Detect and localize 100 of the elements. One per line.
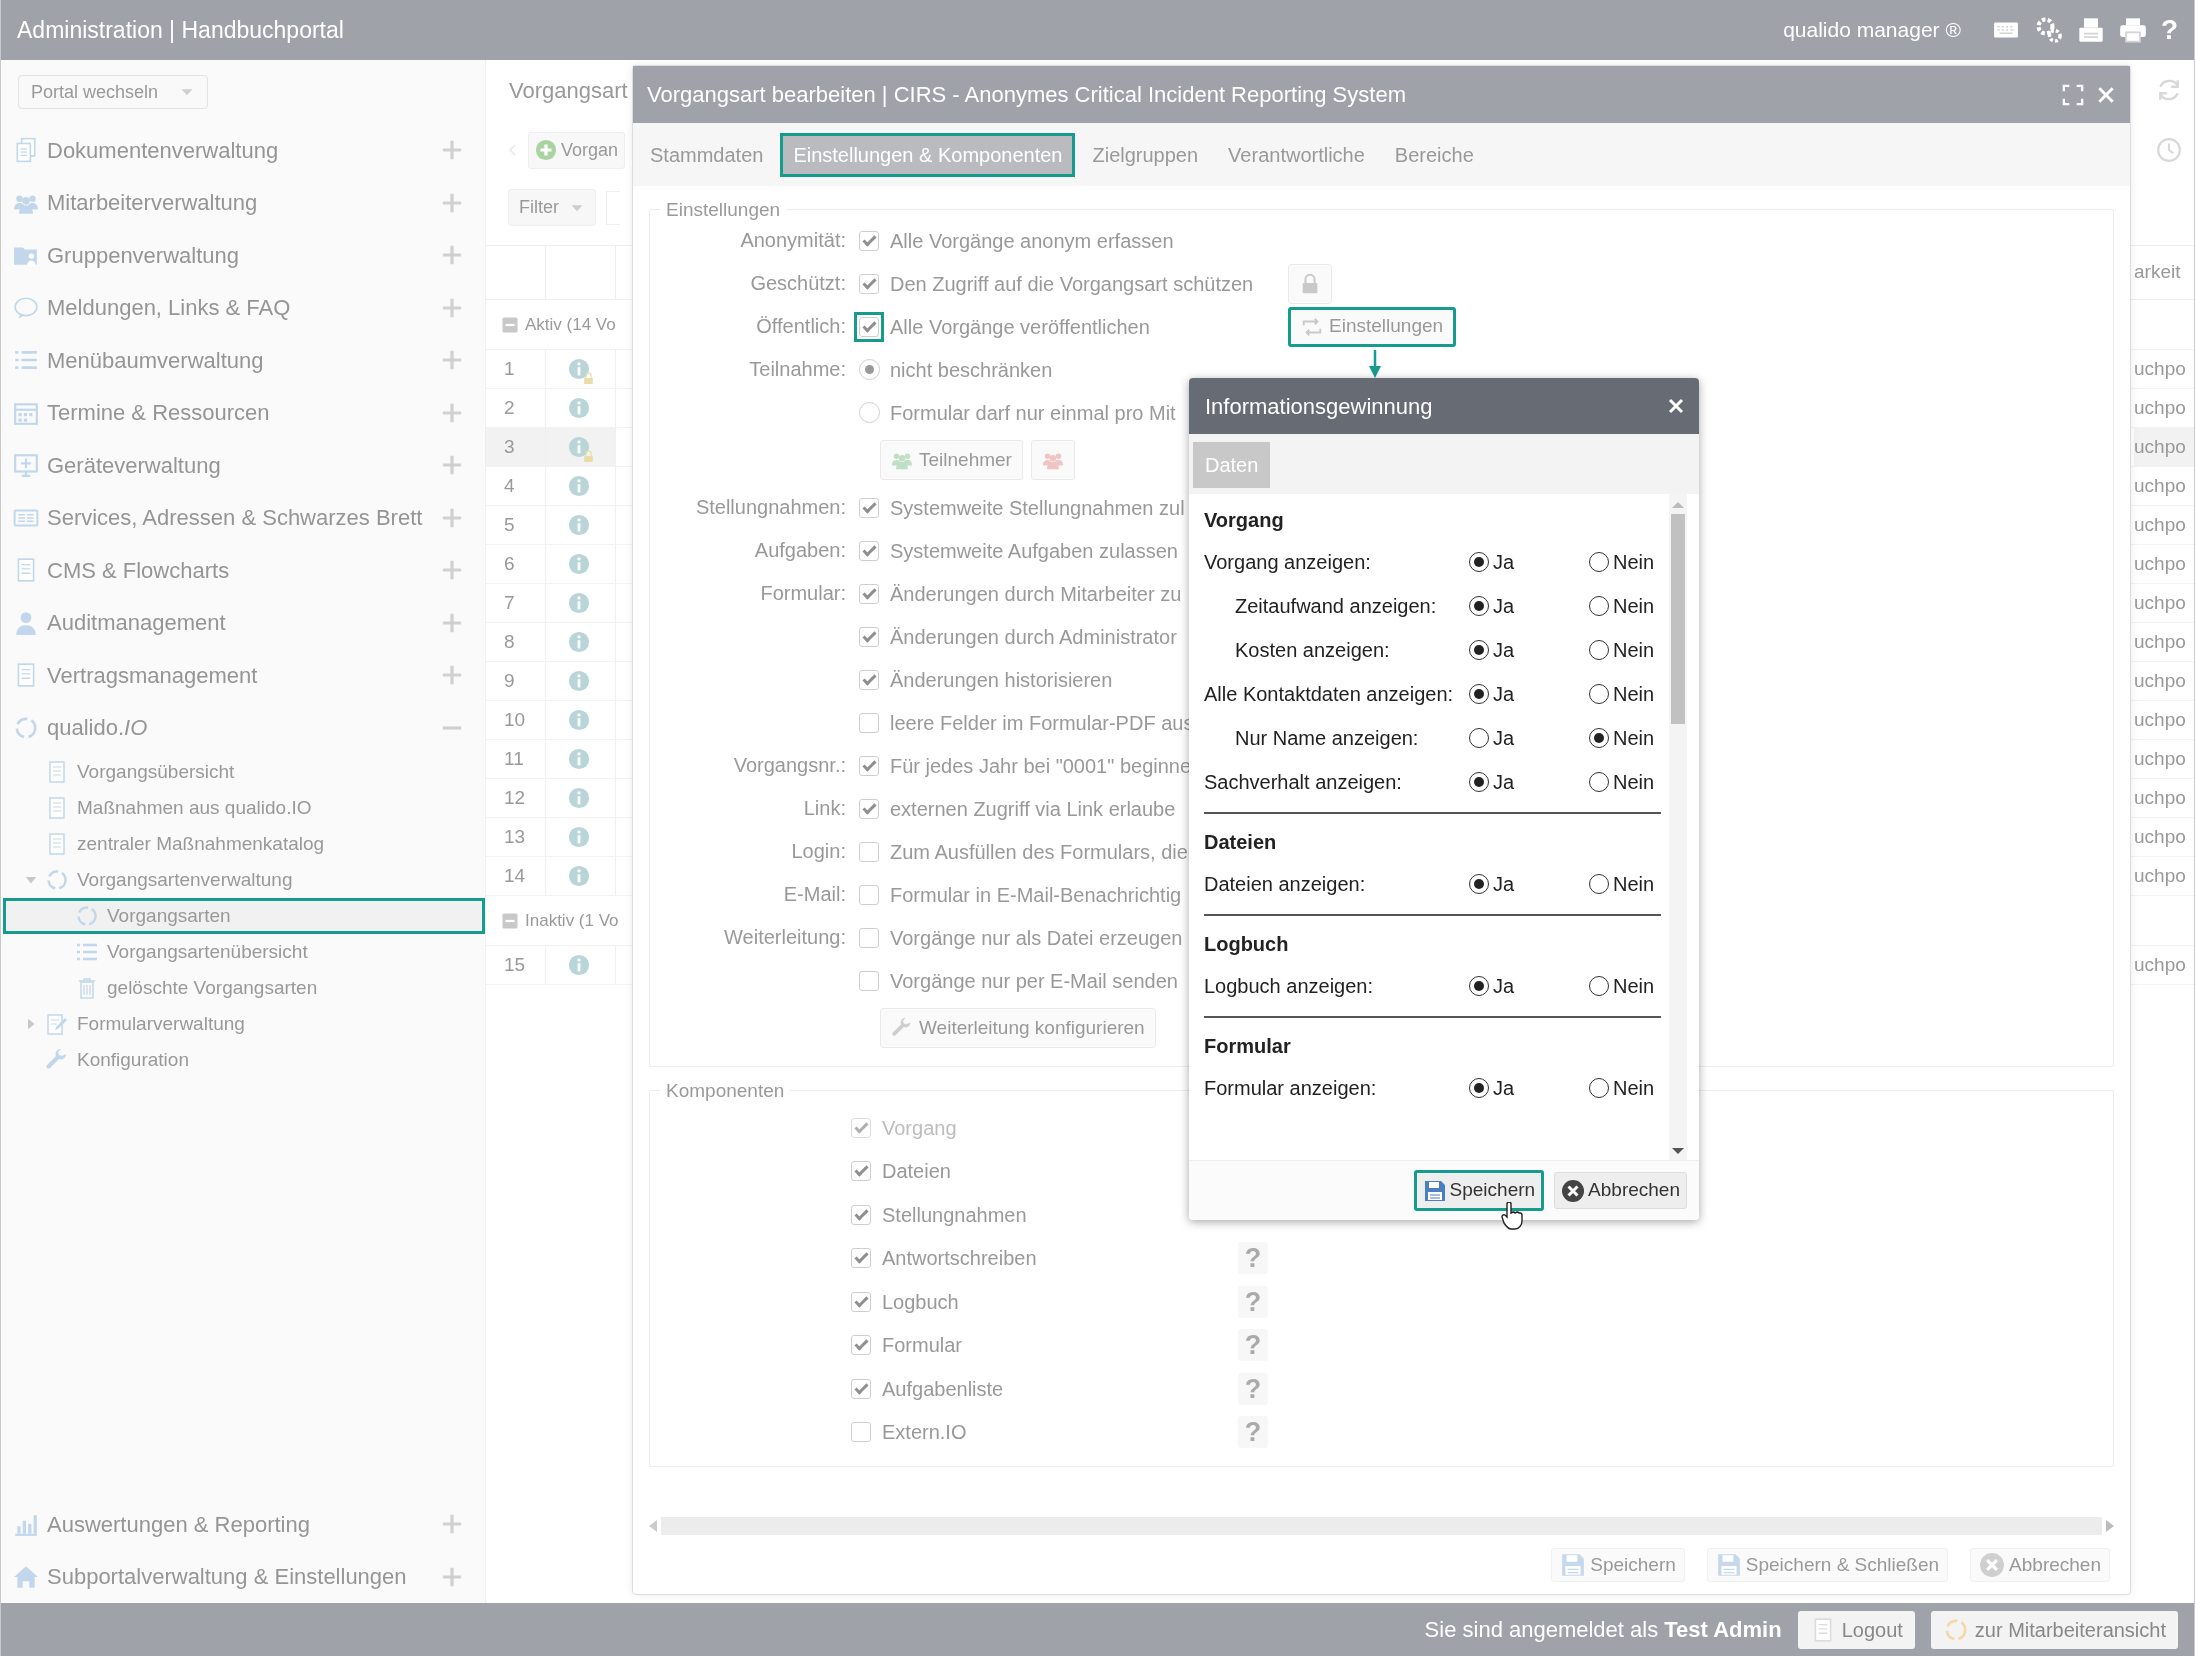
button[interactable]: Speichern [1551,1547,1685,1582]
info-icon[interactable] [568,514,590,536]
tree-item[interactable]: Vorgangsartenübersicht [3,934,485,970]
row-number[interactable]: 13 [486,818,546,856]
sidebar-item[interactable]: Menübaumverwaltung [1,334,485,387]
button[interactable]: Weiterleitung konfigurieren [880,1008,1156,1048]
tab[interactable]: Bereiche [1381,132,1487,177]
row-number[interactable]: 6 [486,545,546,583]
tree-item[interactable]: Vorgangsarten [3,898,485,934]
plus-icon[interactable] [441,349,463,372]
tree-item[interactable]: zentraler Maßnahmenkatalog [3,826,485,862]
info-icon[interactable] [568,631,590,653]
info-icon[interactable] [568,436,590,458]
help-button[interactable]: ? [1238,1372,1268,1405]
clock-icon[interactable] [2156,137,2182,163]
button[interactable] [1288,263,1332,304]
info-icon[interactable] [568,670,590,692]
help-button[interactable]: ? [1238,1285,1268,1318]
sidebar-item[interactable]: Auswertungen & Reporting [1,1498,485,1551]
portal-select[interactable]: Portal wechseln [18,75,208,109]
row-number[interactable]: 12 [486,779,546,817]
scrollbar[interactable] [1669,494,1687,1160]
plus-icon[interactable] [441,611,463,634]
gears-icon[interactable] [2034,16,2063,44]
refresh-icon[interactable] [2156,77,2182,103]
row-number[interactable]: 3 [486,428,546,466]
info-icon[interactable] [568,592,590,614]
info-icon[interactable] [568,358,590,380]
printer-icon[interactable] [2118,16,2147,44]
info-icon[interactable] [568,787,590,809]
sidebar-item[interactable]: Mitarbeiterverwaltung [1,176,485,229]
tree-item[interactable]: Vorgangsartenverwaltung [3,862,485,898]
row-number[interactable]: 10 [486,701,546,739]
button[interactable]: Abbrechen [1554,1172,1687,1209]
info-icon[interactable] [568,826,590,848]
tab[interactable]: Stammdaten [637,132,777,177]
row-number[interactable]: 11 [486,740,546,778]
help-icon[interactable]: ? [2160,16,2178,44]
filter-button[interactable]: Filter [508,189,596,226]
scroll-up-icon[interactable] [1672,500,1684,510]
plus-icon[interactable] [441,401,463,424]
plus-icon[interactable] [441,454,463,477]
help-button[interactable]: ? [1238,1416,1268,1449]
row-number[interactable]: 1 [486,350,546,388]
help-button[interactable]: ? [1238,1329,1268,1362]
sidebar-item[interactable]: Termine & Ressourcen [1,386,485,439]
scroll-right-icon[interactable] [2106,1519,2114,1532]
info-icon[interactable] [568,865,590,887]
button[interactable]: Einstellungen [1288,306,1457,347]
info-icon[interactable] [568,397,590,419]
help-button[interactable]: ? [1238,1242,1268,1275]
button[interactable] [1030,440,1075,480]
plus-icon[interactable] [441,296,463,319]
sidebar-item[interactable]: Vertragsmanagement [1,649,485,702]
row-number[interactable]: 2 [486,389,546,427]
scroll-left-icon[interactable] [649,1519,657,1532]
scroll-down-icon[interactable] [1672,1146,1684,1156]
add-button[interactable]: Vorgan [528,131,626,169]
close-icon[interactable] [2096,84,2116,105]
plus-icon[interactable] [441,664,463,687]
info-icon[interactable] [568,748,590,770]
tree-item[interactable]: Konfiguration [3,1042,485,1078]
tab[interactable]: Verantwortliche [1215,132,1378,177]
sidebar-item[interactable]: Gruppenverwaltung [1,229,485,282]
sidebar-item[interactable]: Subportalverwaltung & Einstellungen [1,1550,485,1603]
fax-icon[interactable] [2076,16,2105,44]
scrollbar[interactable] [649,1515,2114,1536]
checkbox[interactable] [854,311,884,342]
info-icon[interactable] [568,553,590,575]
row-number[interactable]: 9 [486,662,546,700]
plus-icon[interactable] [441,244,463,267]
sidebar-item[interactable]: Auditmanagement [1,596,485,649]
row-number[interactable]: 7 [486,584,546,622]
tab[interactable]: Einstellungen & Komponenten [780,132,1076,177]
minus-square-icon[interactable] [501,911,519,930]
info-icon[interactable] [568,954,590,976]
plus-icon[interactable] [441,559,463,582]
row-number[interactable]: 5 [486,506,546,544]
sidebar-item[interactable]: CMS & Flowcharts [1,544,485,597]
row-number[interactable]: 14 [486,857,546,895]
plus-icon[interactable] [441,1513,463,1536]
button[interactable]: Teilnehmer [880,440,1023,480]
button[interactable]: zur Mitarbeiteransicht [1930,1610,2178,1649]
sidebar-item[interactable]: Dokumentenverwaltung [1,124,485,177]
button[interactable]: Logout [1797,1610,1915,1649]
expand-icon[interactable] [2062,83,2084,106]
sidebar-item[interactable]: Services, Adressen & Schwarzes Brett [1,491,485,544]
plus-icon[interactable] [441,506,463,529]
sidebar-item[interactable]: Meldungen, Links & FAQ [1,281,485,334]
button[interactable]: Speichern & Schließen [1706,1547,1949,1582]
plus-icon[interactable] [441,191,463,214]
info-icon[interactable] [568,475,590,497]
info-icon[interactable] [568,709,590,731]
scrollbar-thumb[interactable] [1671,514,1685,724]
button[interactable]: Abbrechen [1970,1547,2110,1582]
tree-item[interactable]: gelöschte Vorgangsarten [3,970,485,1006]
tree-item[interactable]: Vorgangsübersicht [3,754,485,790]
row-number[interactable]: 4 [486,467,546,505]
plus-icon[interactable] [441,139,463,162]
button[interactable]: Speichern [1413,1170,1545,1211]
